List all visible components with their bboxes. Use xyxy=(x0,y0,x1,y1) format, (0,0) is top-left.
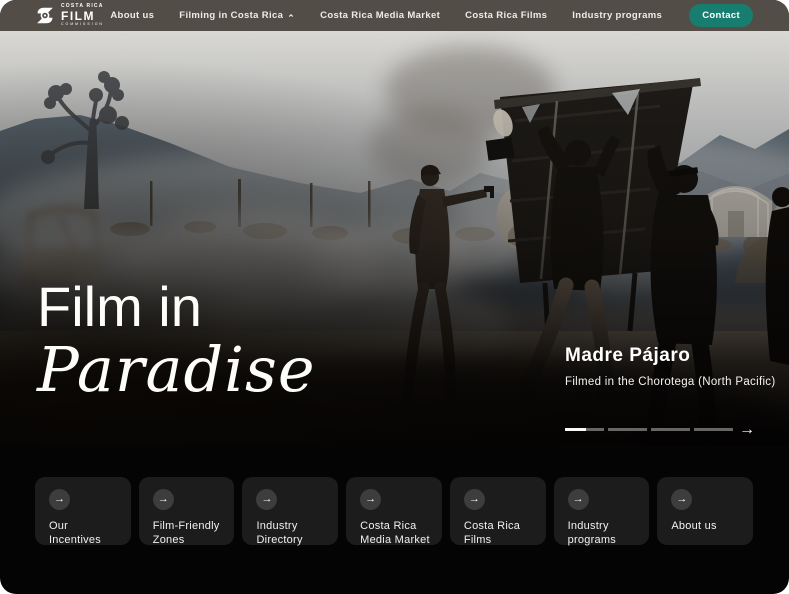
carousel-progress-fill xyxy=(565,428,586,431)
card-label: Costa Rica Media Market xyxy=(360,519,434,548)
contact-button[interactable]: Contact xyxy=(689,4,753,27)
quick-links-row: → Our Incentives → Film-Friendly Zones →… xyxy=(0,445,789,545)
logo-line-film: FILM xyxy=(61,10,104,22)
card-industry-programs[interactable]: → Industry programs xyxy=(554,477,650,545)
card-label: Costa Rica Films xyxy=(464,519,538,548)
card-film-friendly-zones[interactable]: → Film-Friendly Zones xyxy=(139,477,235,545)
card-label: Film-Friendly Zones xyxy=(153,519,227,548)
slide-info: Madre Pájaro Filmed in the Chorotega (No… xyxy=(565,345,775,388)
nav-item-costa-rica-films[interactable]: Costa Rica Films xyxy=(465,10,547,21)
hero-title-line2: Paradise xyxy=(37,338,316,401)
nav-item-about-us[interactable]: About us xyxy=(110,10,154,21)
top-navigation-bar: COSTA RICA FILM COMMISSION About us Film… xyxy=(0,0,789,31)
slide-film-location: Filmed in the Chorotega (North Pacific) xyxy=(565,376,775,388)
hero-title: Film in Paradise xyxy=(37,278,316,401)
nav-label: Costa Rica Films xyxy=(465,10,547,21)
film-commission-homepage: COSTA RICA FILM COMMISSION About us Film… xyxy=(0,0,789,594)
card-our-incentives[interactable]: → Our Incentives xyxy=(35,477,131,545)
nav-item-industry-programs[interactable]: Industry programs xyxy=(572,10,662,21)
card-label: Industry Directory xyxy=(256,519,330,548)
logo-wordmark: COSTA RICA FILM COMMISSION xyxy=(61,4,104,27)
card-label: Industry programs xyxy=(568,519,642,548)
main-nav: About us Filming in Costa Rica ⌃ Costa R… xyxy=(110,10,662,21)
card-costa-rica-films[interactable]: → Costa Rica Films xyxy=(450,477,546,545)
arrow-right-icon: → xyxy=(671,489,692,510)
nav-item-costa-rica-media-market[interactable]: Costa Rica Media Market xyxy=(320,10,440,21)
costa-rica-film-commission-logo[interactable]: COSTA RICA FILM COMMISSION xyxy=(34,4,104,27)
nav-label: About us xyxy=(110,10,154,21)
card-industry-directory[interactable]: → Industry Directory xyxy=(242,477,338,545)
carousel-indicators xyxy=(565,428,733,431)
nav-label: Costa Rica Media Market xyxy=(320,10,440,21)
card-label: About us xyxy=(671,519,745,533)
chevron-up-icon: ⌃ xyxy=(287,15,295,21)
arrow-right-icon: → xyxy=(568,489,589,510)
nav-item-filming-in-costa-rica[interactable]: Filming in Costa Rica ⌃ xyxy=(179,10,295,21)
card-about-us[interactable]: → About us xyxy=(657,477,753,545)
hero-section: Film in Paradise Madre Pájaro Filmed in … xyxy=(0,31,789,445)
arrow-right-icon: → xyxy=(49,489,70,510)
card-label: Our Incentives xyxy=(49,519,123,548)
carousel-progress-4[interactable] xyxy=(694,428,733,431)
arrow-right-icon: → xyxy=(153,489,174,510)
slide-film-title: Madre Pájaro xyxy=(565,345,775,367)
arrow-right-icon: → xyxy=(360,489,381,510)
nav-label: Industry programs xyxy=(572,10,662,21)
carousel-progress-1[interactable] xyxy=(565,428,604,431)
logo-line-commission: COMMISSION xyxy=(61,23,104,27)
carousel-progress-3[interactable] xyxy=(651,428,690,431)
hero-title-line1: Film in xyxy=(37,278,316,336)
arrow-right-icon: → xyxy=(256,489,277,510)
film-camera-eye-logo-icon xyxy=(34,5,56,26)
next-slide-button[interactable]: → xyxy=(737,420,757,440)
nav-label: Filming in Costa Rica xyxy=(179,10,283,21)
card-costa-rica-media-market[interactable]: → Costa Rica Media Market xyxy=(346,477,442,545)
arrow-right-icon: → xyxy=(464,489,485,510)
carousel-progress-2[interactable] xyxy=(608,428,647,431)
arrow-right-icon: → xyxy=(739,421,755,438)
